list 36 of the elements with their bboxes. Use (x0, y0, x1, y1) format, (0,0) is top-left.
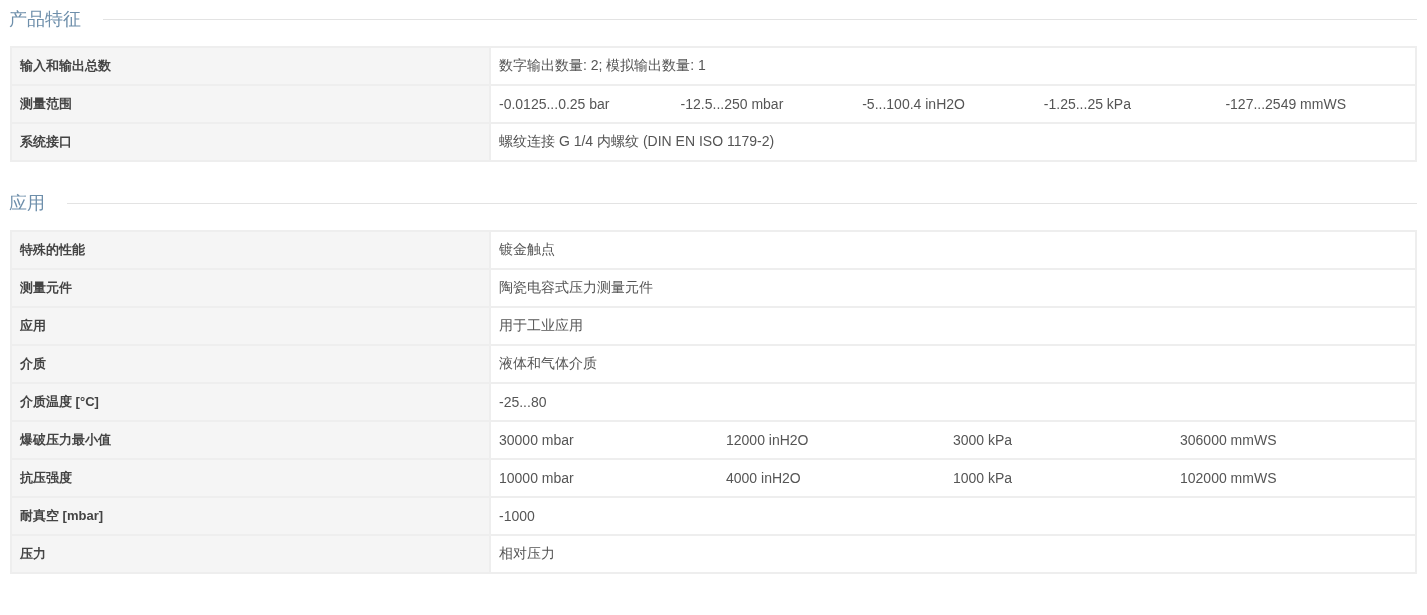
spec-label: 爆破压力最小值 (11, 421, 490, 459)
spec-value: 用于工业应用 (499, 317, 584, 335)
spec-label: 耐真空 [mbar] (11, 497, 490, 535)
spec-value: 液体和气体介质 (499, 355, 598, 373)
spec-value: 3000 kPa (953, 432, 1014, 448)
section-title: 产品特征 (9, 7, 82, 31)
spec-value: 1000 kPa (953, 470, 1014, 486)
spec-value: -0.0125...0.25 bar (499, 96, 611, 112)
spec-value: 螺纹连接 G 1/4 内螺纹 (DIN EN ISO 1179-2) (499, 133, 776, 151)
spec-value: 数字输出数量: 2; 模拟输出数量: 1 (499, 57, 707, 75)
spec-label: 介质 (11, 345, 490, 383)
spec-value: 4000 inH2O (726, 470, 802, 486)
section-title: 应用 (9, 191, 46, 215)
spec-value: -1.25...25 kPa (1043, 96, 1132, 112)
spec-label: 抗压强度 (11, 459, 490, 497)
spec-value: 镀金触点 (499, 241, 556, 259)
spec-label: 测量范围 (11, 85, 490, 123)
spec-label: 测量元件 (11, 269, 490, 307)
spec-label: 系统接口 (11, 123, 490, 161)
spec-value: 陶瓷电容式压力测量元件 (499, 279, 654, 297)
spec-value: -12.5...250 mbar (680, 96, 785, 112)
spec-value: -1000 (499, 508, 536, 524)
spec-label: 压力 (11, 535, 490, 573)
spec-value: -5...100.4 inH2O (862, 96, 966, 112)
spec-value: 306000 mmWS (1180, 432, 1278, 448)
spec-label: 特殊的性能 (11, 231, 490, 269)
spec-label: 输入和输出总数 (11, 47, 490, 85)
spec-value: 30000 mbar (499, 432, 575, 448)
spec-value: -127...2549 mmWS (1225, 96, 1347, 112)
spec-label: 应用 (11, 307, 490, 345)
spec-value: 12000 inH2O (726, 432, 810, 448)
spec-label: 介质温度 [°C] (11, 383, 490, 421)
spec-value: 10000 mbar (499, 470, 575, 486)
spec-value: -25...80 (499, 394, 548, 410)
spec-value: 相对压力 (499, 545, 556, 563)
spec-value: 102000 mmWS (1180, 470, 1278, 486)
